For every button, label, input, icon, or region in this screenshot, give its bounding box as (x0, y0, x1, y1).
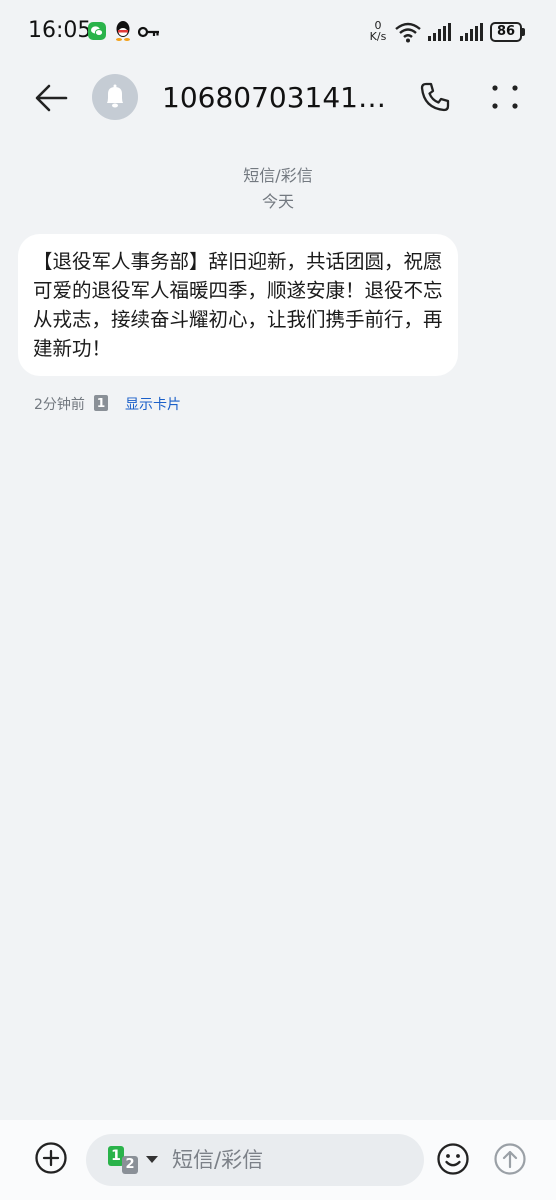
bell-avatar-icon (107, 84, 123, 108)
battery-tip (522, 28, 525, 36)
sim-switch-button[interactable]: 1 2 (108, 1146, 162, 1176)
message-text: 【退役军人事务部】辞旧迎新，共话团圆，祝愿可爱的退役军人福暖四季，顺遂安康！退役… (33, 250, 443, 360)
net-speed: 0 K/s (366, 20, 390, 42)
more-options-button[interactable] (488, 80, 522, 114)
message-time: 2分钟前 (34, 397, 85, 413)
send-button[interactable] (493, 1142, 527, 1176)
status-time: 16:05 (28, 18, 92, 43)
net-speed-unit: K/s (369, 30, 387, 43)
qq-icon (114, 20, 132, 42)
message-bubble[interactable]: 【退役军人事务部】辞旧迎新，共话团圆，祝愿可爱的退役军人福暖四季，顺遂安康！退役… (18, 234, 458, 376)
sim-badge: 1 (94, 395, 108, 411)
message-type-label: 短信/彩信 (243, 166, 313, 185)
show-card-link[interactable]: 显示卡片 (125, 394, 181, 414)
battery-icon: 86 (490, 22, 522, 42)
key-icon (137, 24, 160, 38)
messaging-screen: 16:05 0 K/s 86 106807031416... 短信/彩信 今天 … (0, 0, 556, 1200)
wifi-icon (394, 21, 422, 43)
signal-icon (459, 23, 483, 41)
wechat-icon (88, 22, 106, 40)
back-arrow-icon (35, 84, 68, 112)
signal-icon (427, 23, 451, 41)
sim-secondary-badge: 2 (122, 1156, 138, 1174)
add-circle-icon (35, 1142, 67, 1174)
chevron-down-icon (146, 1156, 158, 1163)
status-bar: 16:05 0 K/s 86 (0, 0, 556, 62)
contact-name: 106807031416... (162, 81, 402, 114)
emoji-button[interactable] (436, 1142, 470, 1176)
more-vertical-icon (492, 85, 518, 109)
send-arrow-icon (494, 1143, 526, 1175)
add-attachment-button[interactable] (34, 1141, 68, 1175)
back-button[interactable] (30, 78, 70, 118)
message-input-placeholder: 短信/彩信 (172, 1148, 264, 1172)
call-button[interactable] (418, 80, 452, 114)
phone-icon (420, 82, 450, 112)
avatar[interactable] (92, 74, 138, 120)
date-separator: 今天 (261, 192, 294, 211)
emoji-icon (437, 1143, 469, 1175)
